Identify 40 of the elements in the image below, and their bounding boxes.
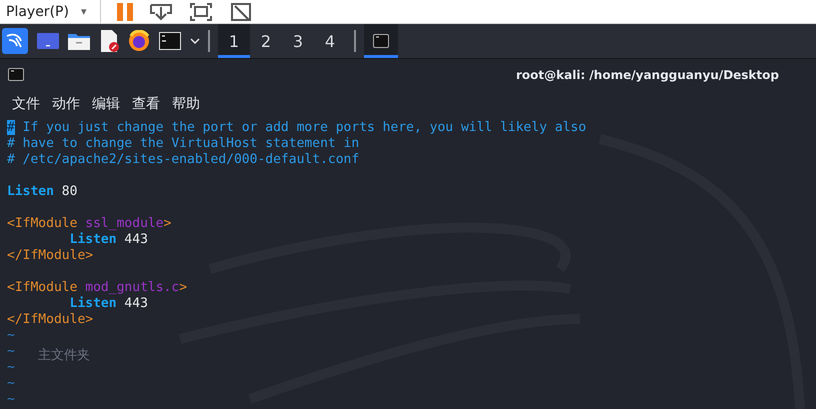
caret-icon: ▾ [80, 4, 86, 20]
caret-icon[interactable] [190, 38, 200, 44]
empty-line-marker: ~ [7, 376, 15, 392]
code-line: </IfModule> [7, 312, 94, 328]
workspace-tab[interactable]: 2 [250, 24, 282, 58]
menu-item[interactable]: 编辑 [92, 94, 120, 112]
code-line: # If you just change the port or add more ports here, you will likely also [7, 120, 586, 136]
code-line: # /etc/apache2/sites-enabled/000-default.conf [7, 152, 360, 168]
text-cursor: # [7, 120, 15, 135]
folder-icon[interactable] [68, 32, 90, 50]
empty-line-marker: ~ [7, 392, 15, 408]
workspace-tab[interactable]: 3 [282, 24, 314, 58]
code-line: Listen 80 [7, 184, 78, 200]
code-line: </IfModule> [7, 248, 94, 264]
empty-line-marker: ~ [7, 328, 15, 344]
browser-icon[interactable] [128, 30, 150, 52]
pause-icon[interactable] [117, 2, 134, 20]
code-line: <IfModule ssl_module> [7, 216, 172, 232]
code-line: Listen 443 [68, 232, 148, 248]
desktop-icon-label: 主文件夹 [38, 347, 90, 364]
terminal-icon [8, 68, 24, 81]
code-line: Listen 443 [68, 296, 148, 312]
send-down-icon[interactable] [149, 2, 174, 20]
code-line: # have to change the VirtualHost statement in [7, 136, 360, 152]
terminal-icon [373, 34, 389, 48]
empty-line-marker: ~ [7, 360, 15, 376]
menu-item[interactable]: 文件 [12, 94, 40, 112]
workspace-tab[interactable]: 4 [314, 24, 346, 58]
player-menu[interactable]: Player(P) [6, 4, 69, 20]
document-icon[interactable] [99, 30, 119, 52]
empty-line-marker: ~ [7, 344, 15, 360]
terminal-icon[interactable] [159, 32, 181, 50]
menu-item[interactable]: 查看 [132, 94, 160, 112]
fullscreen-icon[interactable] [189, 2, 214, 22]
menu-item[interactable]: 帮助 [172, 94, 200, 112]
terminal-task-button[interactable] [364, 24, 398, 58]
workspace-tab[interactable]: 1 [218, 24, 250, 58]
code-line: <IfModule mod_gnutls.c> [7, 280, 188, 296]
menu-item[interactable]: 动作 [52, 94, 80, 112]
window-title: root@kali: /home/yangguanyu/Desktop [516, 68, 779, 82]
